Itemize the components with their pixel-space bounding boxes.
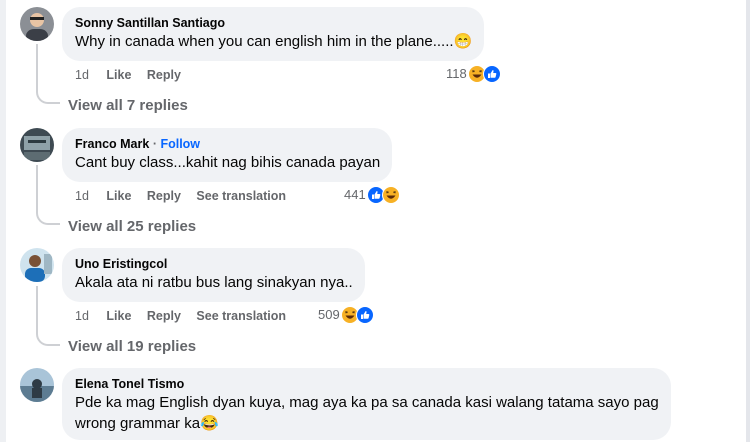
reaction-summary[interactable]: 509 [318,306,374,324]
separator-dot: · [149,137,161,151]
joy-emoji: 😂 [200,415,219,432]
see-translation-link[interactable]: See translation [196,189,286,203]
comment-text-line-1: Pde ka mag English dyan kuya, mag aya ka… [75,394,659,411]
avatar[interactable] [20,128,54,162]
comment-bubble: Sonny Santillan Santiago Why in canada w… [62,7,485,61]
comment-author[interactable]: Uno Eristingcol [75,256,353,272]
comment-actions: 1d Like Reply See translation [75,188,298,204]
view-replies-link[interactable]: View all 25 replies [68,217,196,237]
reaction-summary[interactable]: 118 [446,65,501,83]
left-edge [0,0,6,442]
reaction-count: 441 [344,187,366,202]
avatar[interactable] [20,368,54,402]
comment-time[interactable]: 1d [75,189,89,203]
like-button[interactable]: Like [106,309,131,323]
haha-icon [381,186,400,204]
comment-time[interactable]: 1d [75,309,89,323]
reaction-count: 509 [318,307,340,322]
comment-time[interactable]: 1d [75,68,89,82]
like-icon [482,65,501,83]
comment-text-line-2: wrong grammar ka😂 [75,415,219,432]
comment-text: Cant buy class...kahit nag bihis canada … [75,154,381,171]
thread-line [36,165,60,225]
comment-text: Why in canada when you can english him i… [75,33,473,50]
reaction-count: 118 [446,66,467,81]
comment-author[interactable]: Franco Mark [75,137,149,151]
view-replies-link[interactable]: View all 19 replies [68,337,196,357]
comment-author[interactable]: Sonny Santillan Santiago [75,15,472,31]
follow-button[interactable]: Follow [160,137,200,151]
thread-line [36,286,60,346]
comment-actions: 1d Like Reply [75,67,193,83]
comment-bubble: Uno Eristingcol Akala ata ni ratbu bus l… [62,248,365,302]
grin-emoji: 😁 [453,33,473,50]
avatar[interactable] [20,248,54,282]
thread-line [36,44,60,104]
view-replies-link[interactable]: View all 7 replies [68,96,188,116]
reply-button[interactable]: Reply [147,68,181,82]
comment-author-line: Franco Mark · Follow [75,136,380,152]
scrollbar[interactable] [746,0,750,442]
see-translation-link[interactable]: See translation [196,309,286,323]
comment-actions: 1d Like Reply See translation [75,308,298,324]
avatar[interactable] [20,7,54,41]
like-button[interactable]: Like [106,68,131,82]
reaction-summary[interactable]: 441 [344,186,400,204]
comment-bubble: Franco Mark · Follow Cant buy class...ka… [62,128,393,182]
comment-author[interactable]: Elena Tonel Tismo [75,376,659,392]
comment-text: Akala ata ni ratbu bus lang sinakyan nya… [75,274,353,291]
reply-button[interactable]: Reply [147,309,181,323]
reply-button[interactable]: Reply [147,189,181,203]
like-button[interactable]: Like [106,189,131,203]
comment-bubble: Elena Tonel Tismo Pde ka mag English dya… [62,368,671,440]
like-icon [355,306,374,324]
